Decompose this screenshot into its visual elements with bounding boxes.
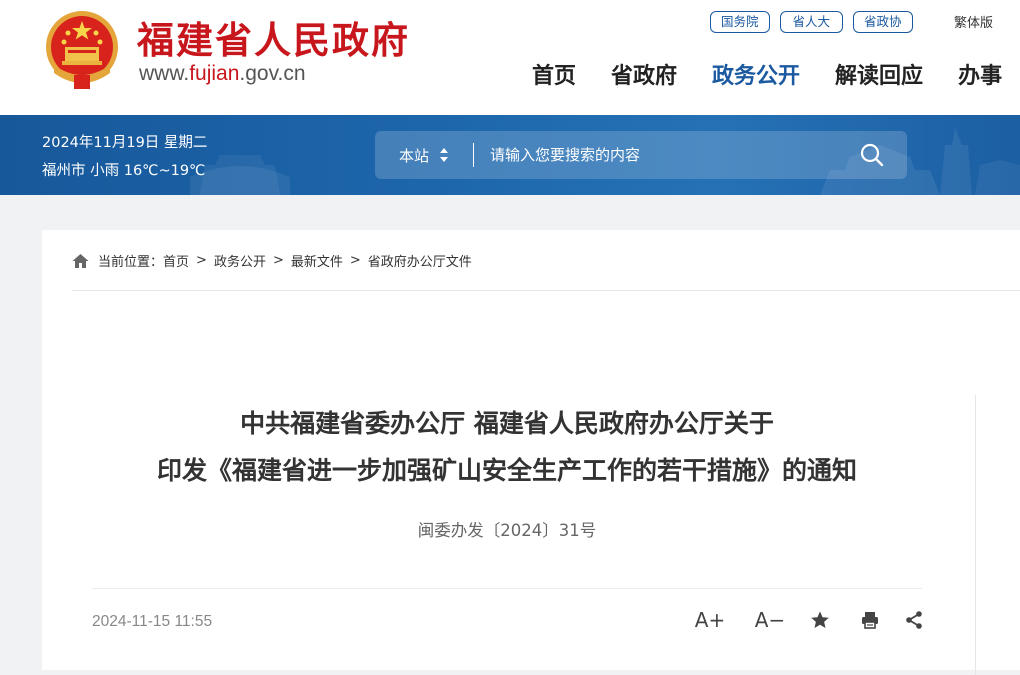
top-links: 国务院 省人大 省政协 [710,11,913,33]
breadcrumb-separator: > [196,253,207,268]
site-url-accent: fujian [189,62,240,85]
breadcrumb-item-latest-documents[interactable]: 最新文件 [291,251,343,270]
site-url-prefix: www. [139,62,190,85]
breadcrumb-label: 当前位置： [98,255,164,270]
nav-item-province-government[interactable]: 省政府 [611,62,677,92]
breadcrumb-item-home[interactable]: 首页 [163,251,189,270]
favorite-button[interactable] [810,610,830,630]
sort-arrows-icon[interactable] [439,145,449,165]
share-icon [906,611,922,629]
site-header: 福建省人民政府 www.fujian.gov.cn 国务院 省人大 省政协 繁体… [0,0,1020,115]
search-scope-select[interactable]: 本站 [399,145,429,166]
weather-info: 福州市 小雨 16℃~19℃ [42,163,206,179]
traditional-chinese-link[interactable]: 繁体版 [954,12,993,31]
nav-item-services[interactable]: 办事 [958,62,1002,92]
article-tools: A+ A− [694,608,948,632]
breadcrumb-separator: > [349,253,361,268]
sidebar-divider [975,395,976,675]
toplink-shengzhengxie[interactable]: 省政协 [853,11,913,33]
search-divider [473,143,474,167]
publish-time: 2024-11-15 11:55 [92,613,213,630]
search-icon[interactable] [859,142,885,168]
search-input[interactable] [480,140,840,170]
site-title[interactable]: 福建省人民政府 [137,10,410,64]
article-card: 当前位置： 首页 > 政务公开 > 最新文件 > 省政府办公厅文件 中共福建省委… [42,230,1020,675]
national-emblem-icon [46,11,118,89]
article-title: 中共福建省委办公厅 福建省人民政府办公厅关于 印发《福建省进一步加强矿山安全生产… [92,400,922,494]
font-increase-icon[interactable]: A+ [694,608,726,632]
main-nav: 首页 省政府 政务公开 解读回应 办事 [532,62,1020,92]
breadcrumb-divider [72,290,1020,291]
star-icon [811,611,829,628]
article-title-line-1: 中共福建省委办公厅 福建省人民政府办公厅关于 [240,409,774,438]
breadcrumb-separator: > [272,253,284,268]
meta-divider [92,588,922,589]
toplink-guowuyuan[interactable]: 国务院 [710,11,770,33]
home-icon [72,253,89,268]
breadcrumb: 当前位置： 首页 > 政务公开 > 最新文件 > 省政府办公厅文件 [72,251,472,270]
current-date: 2024年11月19日 星期二 [42,135,208,151]
print-button[interactable] [860,610,880,630]
font-decrease-icon[interactable]: A− [754,608,786,632]
toplink-shengrenda[interactable]: 省人大 [779,11,844,33]
search-box: 本站 [375,131,907,179]
site-url-suffix: .gov.cn [239,62,306,85]
print-icon [862,612,878,629]
breadcrumb-item-government-affairs[interactable]: 政务公开 [214,251,266,270]
document-number: 闽委办发〔2024〕31号 [417,521,597,540]
breadcrumb-item-office-documents[interactable]: 省政府办公厅文件 [368,251,472,270]
nav-item-interpretation[interactable]: 解读回应 [835,62,923,92]
nav-item-government-affairs[interactable]: 政务公开 [712,62,800,92]
article-title-line-2: 印发《福建省进一步加强矿山安全生产工作的若干措施》的通知 [156,456,857,485]
site-url[interactable]: www.fujian.gov.cn [139,62,306,86]
nav-item-home[interactable]: 首页 [532,62,576,92]
share-button[interactable] [904,610,924,630]
search-banner: 2024年11月19日 星期二 福州市 小雨 16℃~19℃ 本站 [0,115,1020,195]
